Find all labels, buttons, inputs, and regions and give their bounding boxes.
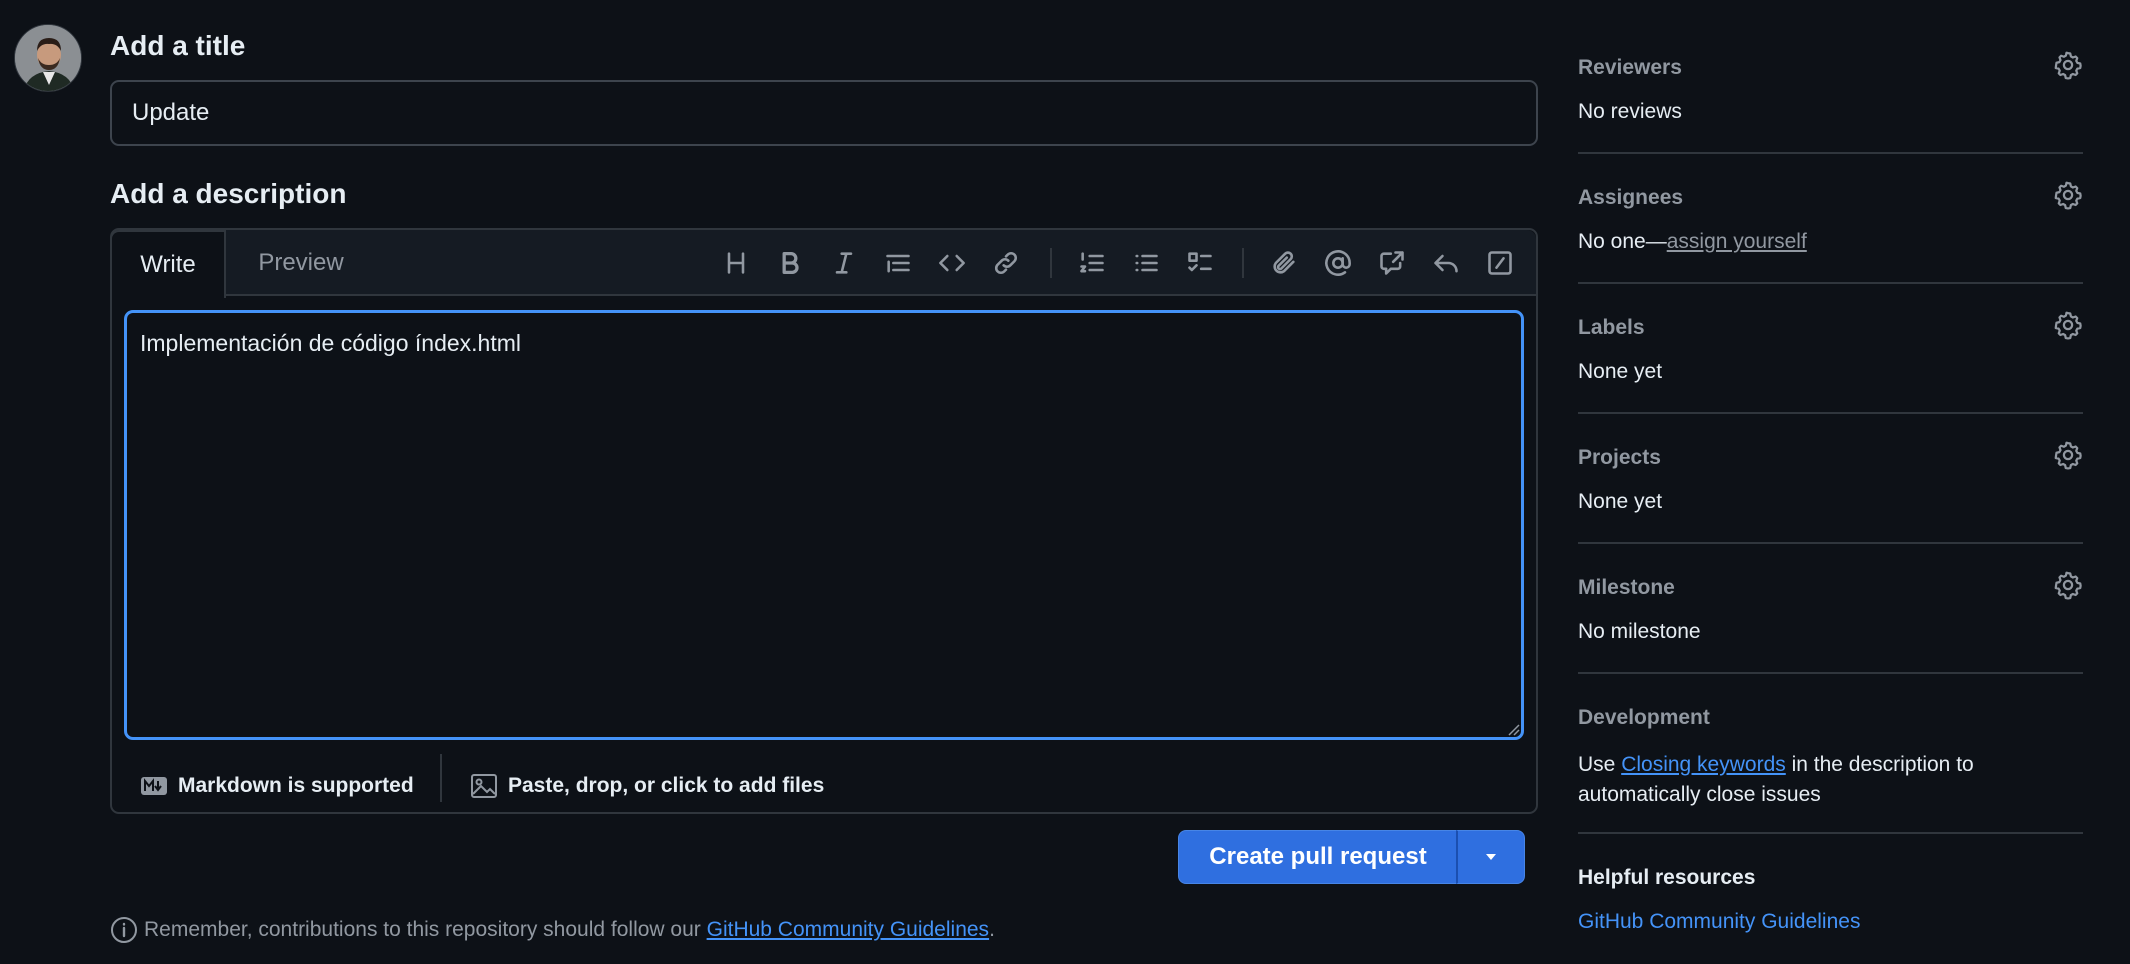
projects-value: None yet (1578, 490, 1663, 513)
quote-icon[interactable] (880, 245, 916, 281)
bold-icon[interactable] (772, 245, 808, 281)
development-text: Use Closing keywords in the description … (1578, 750, 2048, 810)
community-guidelines-link[interactable]: GitHub Community Guidelines (707, 918, 989, 942)
milestone-gear-icon[interactable] (2053, 570, 2083, 600)
slash-commands-icon[interactable] (1482, 245, 1518, 281)
reviewers-value: No reviews (1578, 100, 1682, 123)
mention-icon[interactable] (1320, 245, 1356, 281)
markdown-note: Markdown is supported (178, 774, 414, 797)
description-heading: Add a description (110, 178, 347, 209)
labels-value: None yet (1578, 360, 1663, 383)
sidebar-divider (1578, 672, 2083, 674)
editor-toolbar: Write Preview (110, 230, 1536, 298)
resize-grip-icon[interactable] (1506, 722, 1520, 736)
assign-yourself-link[interactable]: assign yourself (1667, 230, 1807, 253)
cross-reference-icon[interactable] (1374, 245, 1410, 281)
helpful-resources-title: Helpful resources (1578, 866, 1756, 889)
development-title: Development (1578, 706, 1710, 729)
toolbar-divider (1050, 248, 1052, 278)
heading-icon[interactable] (718, 245, 754, 281)
code-icon[interactable] (934, 245, 970, 281)
caret-down-icon (1486, 854, 1496, 860)
milestone-section: Milestone No milestone (1578, 571, 2083, 643)
reviewers-title: Reviewers (1578, 56, 1682, 79)
labels-title: Labels (1578, 316, 1645, 339)
create-pull-request-button[interactable]: Create pull request (1178, 830, 1458, 884)
assignees-value: No one—assign yourself (1578, 230, 1807, 254)
sidebar-divider (1578, 542, 2083, 544)
assignees-section: Assignees No one—assign yourself (1578, 181, 2083, 253)
assignees-title: Assignees (1578, 186, 1684, 209)
milestone-title: Milestone (1578, 576, 1675, 599)
labels-section: Labels None yet (1578, 311, 2083, 383)
footer-divider (440, 754, 442, 802)
tab-write[interactable]: Write (110, 230, 226, 298)
title-input[interactable] (110, 80, 1538, 146)
contribution-notice: Remember, contributions to this reposito… (110, 914, 995, 946)
notice-suffix: . (989, 918, 995, 941)
reviewers-gear-icon[interactable] (2053, 50, 2083, 80)
italic-icon[interactable] (826, 245, 862, 281)
create-options-dropdown[interactable] (1456, 830, 1525, 884)
markdown-supported-link[interactable]: Markdown is supported (140, 760, 414, 812)
toolbar-divider (1242, 248, 1244, 278)
avatar[interactable] (14, 24, 82, 92)
sidebar-divider (1578, 282, 2083, 284)
helpful-resources-section: Helpful resources GitHub Community Guide… (1578, 866, 2083, 933)
sidebar-divider (1578, 832, 2083, 834)
numbered-list-icon[interactable] (1074, 245, 1110, 281)
tab-preview[interactable]: Preview (226, 230, 376, 298)
bulleted-list-icon[interactable] (1128, 245, 1164, 281)
attach-files-button[interactable]: Paste, drop, or click to add files (470, 760, 824, 812)
markdown-icon (141, 777, 167, 795)
development-section: Development Use Closing keywords in the … (1578, 706, 2083, 806)
projects-section: Projects None yet (1578, 441, 2083, 513)
description-textarea[interactable]: Implementación de código índex.html (124, 310, 1524, 740)
sidebar-divider (1578, 412, 2083, 414)
title-heading: Add a title (110, 30, 246, 61)
task-list-icon[interactable] (1182, 245, 1218, 281)
labels-gear-icon[interactable] (2053, 310, 2083, 340)
attachment-icon[interactable] (1266, 245, 1302, 281)
milestone-value: No milestone (1578, 620, 1701, 643)
image-icon (471, 774, 497, 798)
notice-text: Remember, contributions to this reposito… (144, 918, 707, 941)
sidebar-community-guidelines-link[interactable]: GitHub Community Guidelines (1578, 910, 1860, 934)
attach-note: Paste, drop, or click to add files (508, 774, 825, 797)
info-icon (111, 917, 137, 943)
reviewers-section: Reviewers No reviews (1578, 51, 2083, 123)
reply-icon[interactable] (1428, 245, 1464, 281)
closing-keywords-link[interactable]: Closing keywords (1621, 753, 1786, 776)
assignees-none: No one— (1578, 230, 1667, 253)
sidebar-divider (1578, 152, 2083, 154)
link-icon[interactable] (988, 245, 1024, 281)
description-editor: Write Preview Implementación de código í… (110, 228, 1538, 814)
projects-gear-icon[interactable] (2053, 440, 2083, 470)
assignees-gear-icon[interactable] (2053, 180, 2083, 210)
development-prefix: Use (1578, 753, 1622, 776)
projects-title: Projects (1578, 446, 1661, 469)
